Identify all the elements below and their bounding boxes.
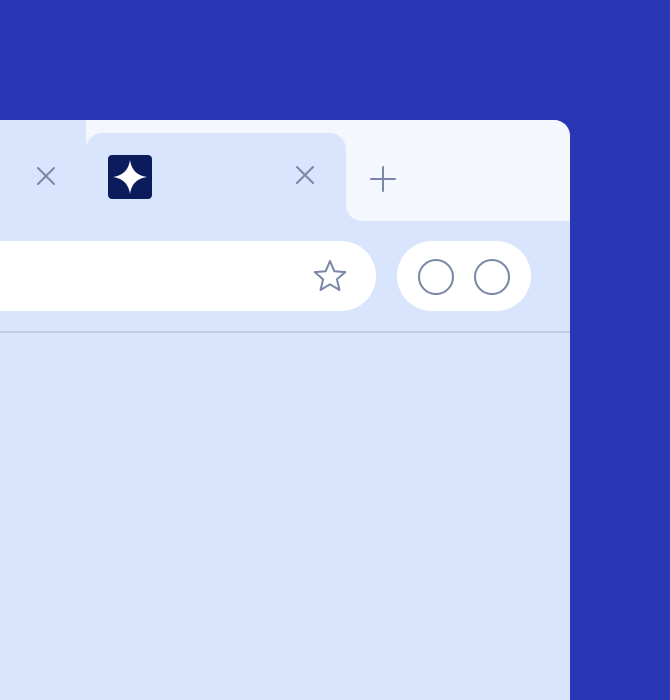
extension-button[interactable] <box>417 258 455 296</box>
tab-strip <box>0 120 570 221</box>
extension-button[interactable] <box>473 258 511 296</box>
omnibox[interactable] <box>0 241 376 311</box>
sparkle-icon <box>113 160 147 194</box>
tab-favicon <box>108 155 152 199</box>
circle-icon <box>474 259 510 295</box>
close-icon <box>296 166 314 184</box>
page-content <box>0 333 570 700</box>
close-icon <box>37 167 55 185</box>
omnibox-input[interactable] <box>0 241 250 311</box>
browser-window <box>0 120 570 700</box>
star-icon <box>313 260 347 291</box>
plus-icon <box>370 166 396 192</box>
tab-title <box>162 165 272 187</box>
tab-close-button[interactable] <box>32 162 60 190</box>
extensions-pill <box>397 241 531 311</box>
circle-icon <box>418 259 454 295</box>
toolbar <box>0 221 570 331</box>
new-tab-button[interactable] <box>366 162 400 196</box>
tab-close-button[interactable] <box>291 161 319 189</box>
bookmark-button[interactable] <box>312 258 348 294</box>
